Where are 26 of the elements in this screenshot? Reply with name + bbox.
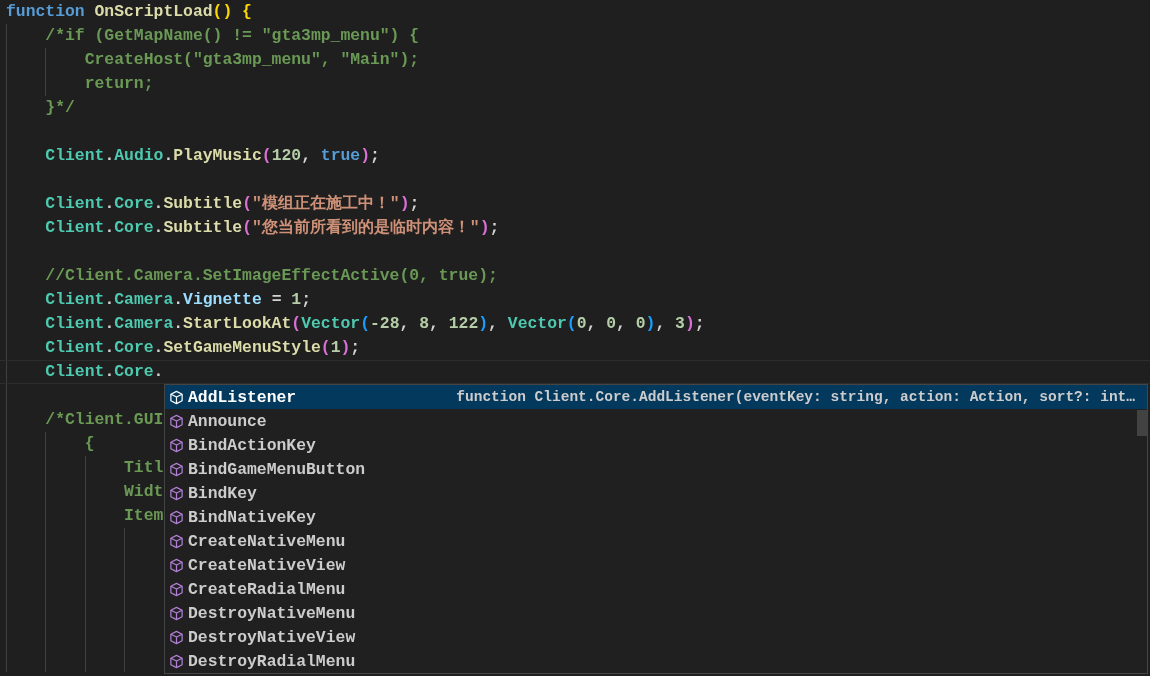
- cube-icon: [169, 533, 184, 549]
- cube-icon: [169, 629, 184, 645]
- suggestion-item[interactable]: CreateNativeMenu: [165, 529, 1135, 553]
- scrollbar-thumb[interactable]: [1137, 410, 1147, 436]
- suggestion-item[interactable]: AddListener function Client.Core.AddListener(eventKey: string, action: Action, sort?: int…: [165, 385, 1147, 409]
- suggestion-item[interactable]: BindNativeKey: [165, 505, 1135, 529]
- suggestion-item[interactable]: BindKey: [165, 481, 1135, 505]
- cube-icon: [169, 581, 184, 597]
- cube-icon: [169, 413, 184, 429]
- suggestion-item[interactable]: DestroyNativeView: [165, 625, 1135, 649]
- suggestion-item[interactable]: Announce: [165, 409, 1135, 433]
- cube-icon: [169, 389, 184, 405]
- suggestion-item[interactable]: BindActionKey: [165, 433, 1135, 457]
- suggestion-item[interactable]: DestroyNativeMenu: [165, 601, 1135, 625]
- cube-icon: [169, 485, 184, 501]
- suggestion-item[interactable]: BindGameMenuButton: [165, 457, 1135, 481]
- cube-icon: [169, 653, 184, 669]
- cube-icon: [169, 509, 184, 525]
- cube-icon: [169, 461, 184, 477]
- cube-icon: [169, 557, 184, 573]
- suggestion-item[interactable]: CreateRadialMenu: [165, 577, 1135, 601]
- suggestion-detail: function Client.Core.AddListener(eventKey: string, action: Action, sort?: int…: [456, 389, 1135, 405]
- suggestion-item[interactable]: DestroyRadialMenu: [165, 649, 1135, 673]
- cube-icon: [169, 437, 184, 453]
- suggestion-item[interactable]: CreateNativeView: [165, 553, 1135, 577]
- cube-icon: [169, 605, 184, 621]
